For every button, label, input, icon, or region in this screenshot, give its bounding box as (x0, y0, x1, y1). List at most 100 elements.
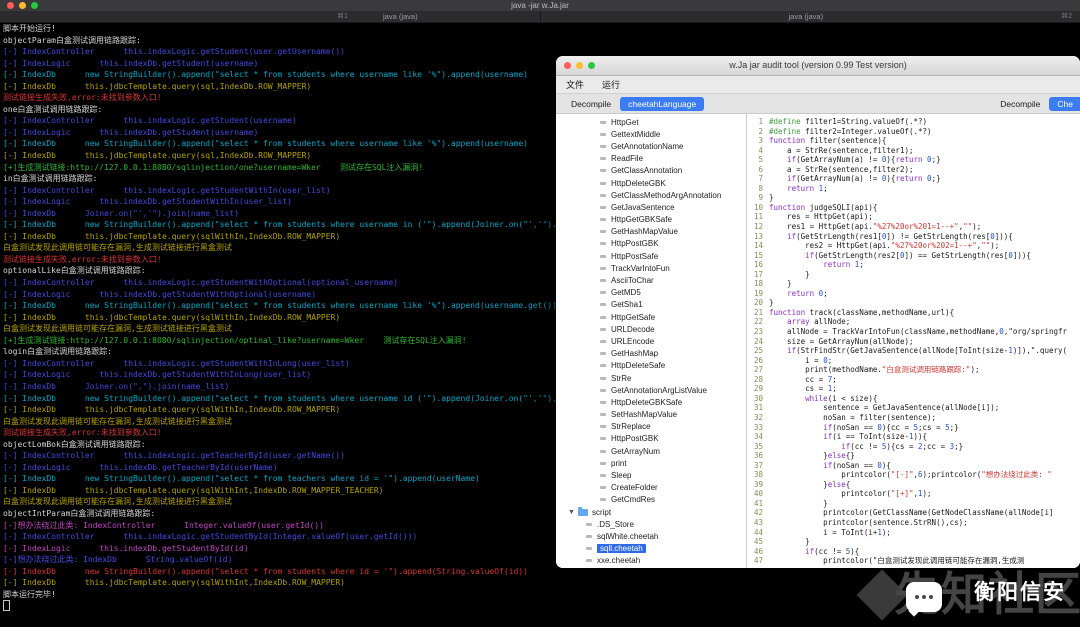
tab-decompile[interactable]: Decompile (564, 97, 618, 111)
code-editor[interactable]: 1 #define filter1=String.valueOf(.*?) 2 #de… (747, 114, 1080, 568)
code-line: 25 if(StrFindStr(GetJavaSentence(allNode… (747, 346, 1080, 356)
tree-item-function[interactable]: ReadFile (556, 153, 746, 165)
tree-item-function[interactable]: HttpDeleteGBKSafe (556, 396, 746, 408)
tree-item-file[interactable]: xxe.cheetah (556, 555, 746, 567)
line-number: 17 (753, 269, 763, 279)
tree-item-function[interactable]: GetHashMapValue (556, 226, 746, 238)
terminal-titlebar: java -jar w.Ja.jar (0, 0, 1080, 11)
tree-item-file-selected[interactable]: sqll.cheetah (556, 543, 746, 555)
tree-item-function[interactable]: GetJavaSentence (556, 201, 746, 213)
tree-item-function[interactable]: HttpPostSafe (556, 250, 746, 262)
code-line: 11 res = HttpGet(api); (747, 212, 1080, 222)
line-number: 31 (753, 403, 763, 413)
function-tree[interactable]: HttpGet GettextMiddle GetAnnotationName Rea… (556, 114, 747, 568)
line-number: 28 (753, 374, 763, 384)
tree-item-function[interactable]: HttpGetSafe (556, 311, 746, 323)
code-line: 9} (747, 193, 1080, 203)
tree-item-function[interactable]: SetHashMapValue (556, 409, 746, 421)
tree-item-function[interactable]: GetSha1 (556, 299, 746, 311)
tree-item-function[interactable]: HttpGet (556, 116, 746, 128)
line-number: 1 (758, 117, 763, 126)
tree-item-function[interactable]: GetHashMap (556, 348, 746, 360)
line-number: 2 (758, 126, 763, 136)
line-number: 36 (753, 451, 763, 461)
tab-shortcut-hint: ⌘2 (1061, 13, 1072, 20)
file-icon (586, 534, 592, 538)
line-number: 19 (753, 288, 763, 298)
zoom-button[interactable] (31, 2, 38, 9)
function-icon (600, 339, 606, 343)
tree-item-function[interactable]: GetClassAnnotation (556, 165, 746, 177)
tree-item-function[interactable]: GetClassMethodArgAnnotation (556, 189, 746, 201)
tree-item-function[interactable]: GetAnnotationArgListValue (556, 384, 746, 396)
terminal-tab-2[interactable]: java (java) ⌘2 (539, 11, 1080, 22)
terminal-line: 脚本开始运行! (3, 24, 56, 33)
code-line: 42 printcolor(GetClassName(GetNodeClassN… (747, 508, 1080, 518)
tree-item-function[interactable]: CreateFolder (556, 482, 746, 494)
tab-decompile-right[interactable]: Decompile (993, 97, 1047, 111)
code-line: 10 function judgeSQLI(api){ (747, 203, 1080, 213)
line-number: 46 (753, 546, 763, 556)
minimize-button[interactable] (576, 62, 583, 69)
tree-item-function[interactable]: URLEncode (556, 335, 746, 347)
tree-item-function[interactable]: HttpDeleteSafe (556, 360, 746, 372)
tree-item-function[interactable]: GetAnnotationName (556, 140, 746, 152)
tree-item-function[interactable]: HttpDeleteGBK (556, 177, 746, 189)
function-icon (600, 169, 606, 173)
minimize-button[interactable] (19, 2, 26, 9)
code-line: 16 return 1; (747, 260, 1080, 270)
code-line: 6 a = StrRe(sentence,filter2); (747, 165, 1080, 175)
function-icon (600, 120, 606, 124)
menu-run[interactable]: 运行 (602, 78, 620, 91)
code-line: 37 if(noSan == 0){ (747, 461, 1080, 471)
line-number: 23 (753, 327, 763, 337)
line-number: 4 (758, 145, 763, 155)
function-icon (600, 376, 606, 380)
code-line: 44 i = ToInt(i+1); (747, 528, 1080, 538)
code-line: 27 print(methodName."白盒测试调用链路跟踪:"); (747, 365, 1080, 375)
function-icon (600, 291, 606, 295)
line-number: 35 (753, 441, 763, 451)
tree-item-function[interactable]: GetCmdRes (556, 494, 746, 506)
code-line: 19 return 0; (747, 289, 1080, 299)
tree-item-function[interactable]: HttpGetGBKSafe (556, 214, 746, 226)
line-number: 8 (758, 183, 763, 193)
zoom-button[interactable] (588, 62, 595, 69)
code-line: 1 #define filter1=String.valueOf(.*?) (747, 117, 1080, 127)
tree-item-function[interactable]: GettextMiddle (556, 128, 746, 140)
function-icon (600, 400, 606, 404)
terminal-line: [-] IndexDb this.jdbcTemplate.query(sqlW… (3, 578, 345, 588)
tree-item-function[interactable]: StrReplace (556, 421, 746, 433)
close-button[interactable] (7, 2, 14, 9)
code-line: 29 cs = 1; (747, 384, 1080, 394)
tab-cheetah-right[interactable]: Che (1049, 96, 1080, 111)
code-line: 15 if(GetStrLength(res2[0]) == GetStrLen… (747, 251, 1080, 261)
line-number: 40 (753, 489, 763, 499)
tree-item-function[interactable]: GetArrayNum (556, 445, 746, 457)
audit-tool-window: w.Ja jar audit tool (version 0.99 Test v… (556, 56, 1080, 568)
line-number: 26 (753, 355, 763, 365)
tree-item-function[interactable]: GetMD5 (556, 287, 746, 299)
tree-item-function[interactable]: HttpPostGBK (556, 238, 746, 250)
tree-item-function[interactable]: URLDecode (556, 323, 746, 335)
terminal-cursor (3, 600, 1080, 612)
tree-item-file[interactable]: .DS_Store (556, 518, 746, 530)
terminal-tab-1[interactable]: ⌘1 java (java) (0, 11, 540, 22)
tree-item-function[interactable]: TrackVarIntoFun (556, 262, 746, 274)
line-number: 16 (753, 260, 763, 270)
menubar: 文件 运行 (556, 76, 1080, 94)
window-title: w.Ja jar audit tool (version 0.99 Test v… (729, 60, 907, 70)
tree-item-function[interactable]: StrRe (556, 372, 746, 384)
tree-item-function[interactable]: Sleep (556, 469, 746, 481)
tree-folder-script[interactable]: ▼ script (556, 506, 746, 518)
tree-item-function[interactable]: print (556, 457, 746, 469)
line-number: 10 (753, 202, 763, 212)
function-icon (600, 364, 606, 368)
tab-cheetah-language[interactable]: cheetahLanguage (620, 96, 705, 111)
close-button[interactable] (564, 62, 571, 69)
function-icon (600, 425, 606, 429)
menu-file[interactable]: 文件 (566, 78, 584, 91)
tree-item-file[interactable]: sqlWhite.cheetah (556, 530, 746, 542)
tree-item-function[interactable]: HttpPostGBK (556, 433, 746, 445)
tree-item-function[interactable]: AsciiToChar (556, 274, 746, 286)
